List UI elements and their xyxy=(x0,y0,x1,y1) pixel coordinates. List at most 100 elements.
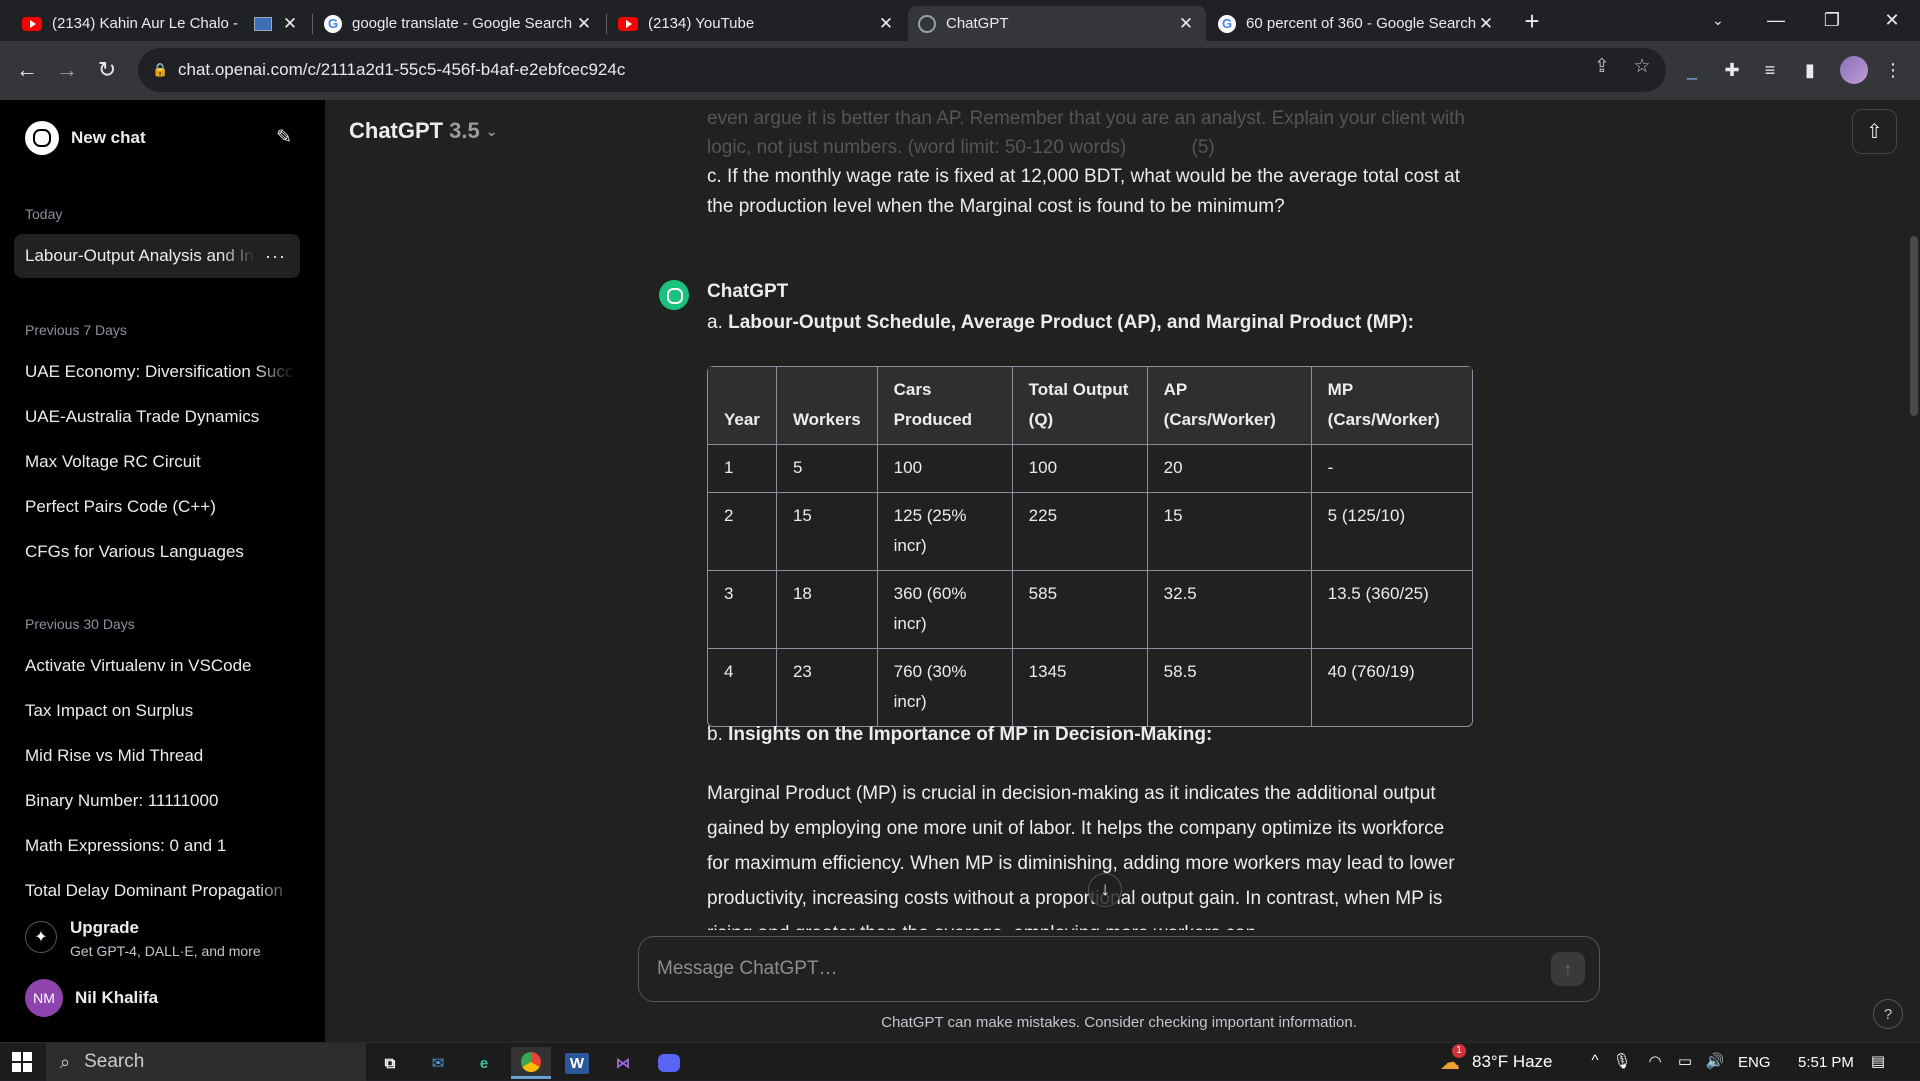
help-button[interactable]: ? xyxy=(1873,999,1903,1029)
tab-chatgpt[interactable]: ChatGPT ✕ xyxy=(908,6,1206,41)
sidebar-item-tax-impact[interactable]: Tax Impact on Surplus xyxy=(14,689,300,733)
assistant-name: ChatGPT xyxy=(707,281,789,302)
profile-avatar[interactable] xyxy=(1840,56,1868,84)
back-button[interactable]: ← xyxy=(10,53,44,87)
discord-icon[interactable] xyxy=(649,1047,689,1079)
chatgpt-logo-icon xyxy=(25,121,59,155)
tab-title: (2134) Kahin Aur Le Chalo - xyxy=(52,15,238,32)
search-icon: ⌕ xyxy=(60,1051,71,1072)
tab-youtube[interactable]: (2134) YouTube ✕ xyxy=(608,6,906,41)
table-row: 4 23 760 (30% incr) 1345 58.5 40 (760/19… xyxy=(708,649,1472,726)
chrome-icon[interactable] xyxy=(511,1047,551,1079)
message-input[interactable] xyxy=(657,953,1517,985)
word-icon[interactable]: W xyxy=(557,1047,597,1079)
user-menu[interactable]: NM Nil Khalifa xyxy=(14,976,300,1020)
microphone-icon[interactable]: 🎙 xyxy=(1612,1052,1632,1072)
tab-youtube-kahin[interactable]: (2134) Kahin Aur Le Chalo - ✕ xyxy=(12,6,310,41)
task-view-icon[interactable]: ⧉ xyxy=(370,1047,410,1079)
extensions-icon[interactable]: ✚ xyxy=(1715,53,1749,87)
clock[interactable]: 5:51 PM xyxy=(1798,1043,1854,1081)
sidebar-item-uae-economy[interactable]: UAE Economy: Diversification Success xyxy=(14,350,300,394)
sidebar-item-mid-rise[interactable]: Mid Rise vs Mid Thread xyxy=(14,734,300,778)
windows-start-icon[interactable] xyxy=(0,1043,44,1081)
sidebar-item-perfect-pairs[interactable]: Perfect Pairs Code (C++) xyxy=(14,485,300,529)
notifications-icon[interactable]: ▤ xyxy=(1868,1052,1888,1072)
browser-menu-icon[interactable]: ⋮ xyxy=(1876,53,1910,87)
table-cell: 4 xyxy=(708,649,777,726)
table-cell: 58.5 xyxy=(1148,649,1312,726)
new-tab-button[interactable]: + xyxy=(1518,8,1546,36)
faded-marks: (5) xyxy=(1191,137,1215,158)
lock-icon: 🔒 xyxy=(152,62,169,77)
sidebar-item-binary-number[interactable]: Binary Number: 11111000 xyxy=(14,779,300,823)
tab-search-icon[interactable]: ⌄ xyxy=(1690,0,1746,41)
upgrade-button[interactable]: ✦ Upgrade Get GPT-4, DALL·E, and more xyxy=(14,910,300,966)
sidebar-item-cfgs[interactable]: CFGs for Various Languages xyxy=(14,530,300,574)
chat-main: ChatGPT 3.5 ⌄ ⇧ even argue it is better … xyxy=(325,100,1920,1042)
language-indicator[interactable]: ENG xyxy=(1738,1043,1771,1081)
send-button[interactable]: ↑ xyxy=(1551,952,1585,986)
tab-title: (2134) YouTube xyxy=(648,15,755,32)
user-question-c: c. If the monthly wage rate is fixed at … xyxy=(707,166,1461,217)
share-page-icon[interactable]: ⇪ xyxy=(1590,55,1614,79)
weather-widget[interactable]: ☁ 1 83°F Haze xyxy=(1440,1043,1553,1081)
media-control-icon[interactable]: ≡ xyxy=(1753,53,1787,87)
table-cell: 5 xyxy=(776,445,878,493)
close-tab-icon[interactable]: ✕ xyxy=(280,14,300,34)
close-tab-icon[interactable]: ✕ xyxy=(1176,14,1196,34)
sidebar-item-label: UAE Economy: Diversification Success xyxy=(25,362,295,381)
sidebar-item-label: Mid Rise vs Mid Thread xyxy=(25,746,204,765)
show-hidden-icons[interactable]: ^ xyxy=(1585,1052,1605,1072)
table-cell: 125 (25% incr) xyxy=(877,493,1013,571)
minimize-button[interactable]: — xyxy=(1748,0,1804,41)
wifi-icon[interactable]: ◠ xyxy=(1645,1052,1665,1072)
table-cell: 15 xyxy=(776,493,878,571)
more-options-icon[interactable]: ··· xyxy=(265,246,286,267)
side-panel-icon[interactable]: ▮ xyxy=(1793,53,1827,87)
volume-icon[interactable]: 🔊 xyxy=(1705,1052,1725,1072)
message-composer: ↑ xyxy=(638,936,1600,1002)
avatar: NM xyxy=(25,979,63,1017)
chatgpt-avatar-icon xyxy=(659,280,689,310)
edge-icon[interactable]: e xyxy=(464,1047,504,1079)
sidebar-item-math-expressions[interactable]: Math Expressions: 0 and 1 xyxy=(14,824,300,868)
visual-studio-icon[interactable]: ⋈ xyxy=(603,1047,643,1079)
table-cell: 23 xyxy=(777,649,878,726)
tab-google-translate[interactable]: G google translate - Google Search ✕ xyxy=(314,6,604,41)
chevron-down-icon: ⌄ xyxy=(485,122,498,139)
close-tab-icon[interactable]: ✕ xyxy=(876,14,896,34)
sidebar-item-uae-australia[interactable]: UAE-Australia Trade Dynamics xyxy=(14,395,300,439)
taskbar-search[interactable]: ⌕ Search xyxy=(46,1043,366,1081)
reload-button[interactable]: ↻ xyxy=(90,53,124,87)
close-tab-icon[interactable]: ✕ xyxy=(1476,14,1496,34)
forward-button[interactable]: → xyxy=(50,53,84,87)
share-button[interactable]: ⇧ xyxy=(1852,109,1897,154)
table-cell: 100 xyxy=(1012,445,1148,493)
sidebar-item-labour-output[interactable]: Labour-Output Analysis and Insights ··· xyxy=(14,234,300,278)
edit-icon[interactable]: ✎ xyxy=(276,126,292,149)
battery-icon[interactable]: ▭ xyxy=(1675,1052,1695,1072)
sidebar-item-total-delay[interactable]: Total Delay Dominant Propagation xyxy=(14,869,300,913)
bookmark-star-icon[interactable]: ☆ xyxy=(1630,55,1654,79)
sidebar-item-max-voltage[interactable]: Max Voltage RC Circuit xyxy=(14,440,300,484)
youtube-icon xyxy=(618,16,638,31)
mail-icon[interactable]: ✉ xyxy=(418,1047,458,1079)
table-header-row: Year Workers Cars Produced Total Output … xyxy=(708,367,1472,445)
url-text: chat.openai.com/c/2111a2d1-55c5-456f-b4a… xyxy=(178,60,626,79)
restore-button[interactable]: ❐ xyxy=(1804,0,1860,41)
tab-google-percent[interactable]: G 60 percent of 360 - Google Search ✕ xyxy=(1208,6,1506,41)
close-tab-icon[interactable]: ✕ xyxy=(574,14,594,34)
scrollbar[interactable] xyxy=(1910,236,1918,416)
address-bar[interactable]: 🔒 chat.openai.com/c/2111a2d1-55c5-456f-b… xyxy=(138,48,1666,92)
download-icon[interactable]: _ xyxy=(1675,53,1709,87)
sidebar-item-label: Max Voltage RC Circuit xyxy=(25,452,201,471)
table-cell: 32.5 xyxy=(1147,571,1312,649)
scroll-to-bottom-button[interactable]: ↓ xyxy=(1088,873,1122,907)
sidebar-item-virtualenv[interactable]: Activate Virtualenv in VSCode xyxy=(14,644,300,688)
chatgpt-icon xyxy=(918,14,936,33)
windows-taskbar: ⌕ Search ⧉ ✉ e W ⋈ ☁ 1 83°F Haze ^ 🎙 ◠ ▭ … xyxy=(0,1042,1920,1081)
model-version: 3.5 xyxy=(449,118,480,143)
new-chat-button[interactable]: New chat ✎ xyxy=(14,116,300,160)
close-window-button[interactable]: ✕ xyxy=(1864,0,1920,41)
model-selector[interactable]: ChatGPT 3.5 ⌄ xyxy=(349,118,497,144)
